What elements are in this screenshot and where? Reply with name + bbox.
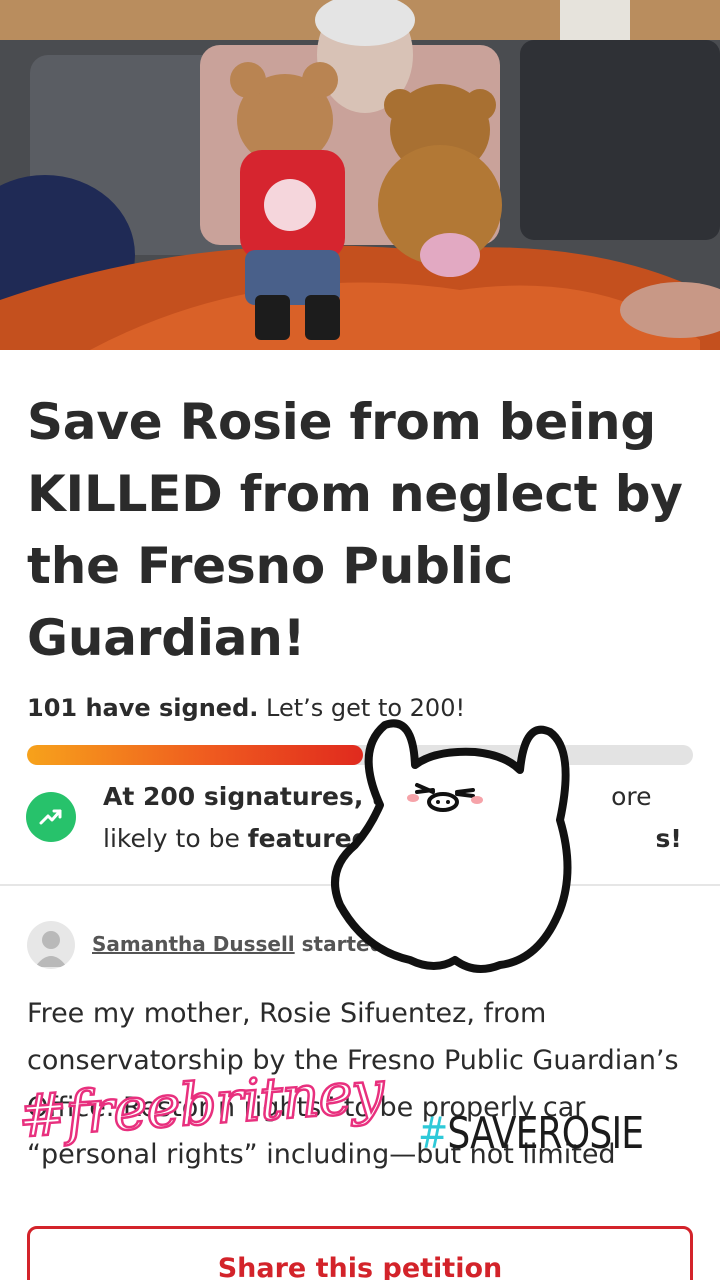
petition-hero-image bbox=[0, 0, 720, 350]
signed-count: 101 have signed. bbox=[27, 694, 259, 722]
signature-progress-fill bbox=[27, 745, 364, 765]
user-avatar-icon[interactable] bbox=[27, 921, 75, 969]
share-petition-button[interactable]: Share this petition bbox=[27, 1226, 693, 1280]
goal-note-text-c: s! bbox=[655, 824, 682, 853]
saverosie-hash: # bbox=[418, 1108, 448, 1159]
saverosie-text: SAVEROSIE bbox=[447, 1108, 644, 1159]
starter-name-link[interactable]: Samantha Dussell bbox=[92, 932, 295, 956]
cheering-bear-sticker bbox=[325, 710, 585, 975]
petition-title: Save Rosie from being KILLED from neglec… bbox=[27, 393, 683, 667]
saverosie-sticker: #SAVEROSIE bbox=[418, 1108, 644, 1159]
trending-up-icon bbox=[26, 792, 76, 842]
